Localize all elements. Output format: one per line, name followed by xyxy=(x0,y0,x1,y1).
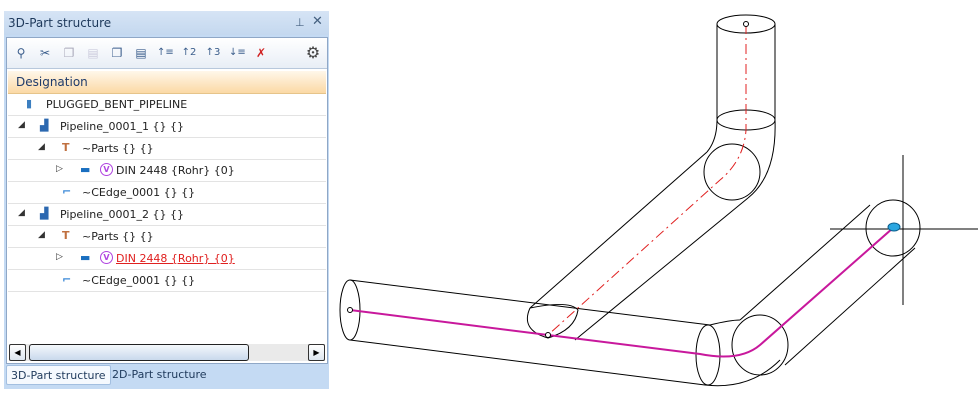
expander-icon[interactable]: ◢ xyxy=(18,120,25,130)
pin-icon[interactable]: ⊥ xyxy=(295,16,305,29)
tree-item[interactable]: ▮ PLUGGED_BENT_PIPELINE xyxy=(8,94,326,116)
expander-icon[interactable]: ◢ xyxy=(18,208,25,218)
expand-level-2-icon[interactable]: ↑2 xyxy=(181,45,197,61)
settings-icon[interactable]: ⚙ xyxy=(305,45,321,61)
tree-container: ⚲ ✂ ❐ ▤ ❐ ▤ ↑≡ ↑2 ↑3 ↓≡ ✗ ⚙ Designation … xyxy=(6,37,328,364)
cut-icon[interactable]: ✂ xyxy=(37,45,53,61)
start-point xyxy=(347,307,353,313)
copy-icon[interactable]: ❐ xyxy=(61,45,77,61)
tree-item[interactable]: ▷ ▬ V DIN 2448 {Rohr} {0} xyxy=(8,248,326,270)
variant-badge-icon: V xyxy=(100,163,113,176)
expander-icon[interactable]: ▷ xyxy=(56,164,63,174)
top-point xyxy=(743,21,749,27)
copy-special-icon[interactable]: ❐ xyxy=(109,45,125,61)
scroll-thumb[interactable] xyxy=(29,344,249,361)
expander-icon[interactable]: ▷ xyxy=(56,252,63,262)
mid-point xyxy=(545,332,551,338)
horizontal-scrollbar[interactable]: ◀ ▶ xyxy=(9,344,325,361)
close-icon[interactable]: ✕ xyxy=(312,14,323,29)
edge-icon: ⌐ xyxy=(62,185,72,198)
panel-titlebar: 3D-Part structure ⊥ ✕ xyxy=(4,11,329,35)
paste-icon[interactable]: ▤ xyxy=(85,45,101,61)
tree-item-label: Pipeline_0001_1 {} {} xyxy=(60,120,185,133)
parts-icon: T xyxy=(62,141,70,154)
pipeline-icon: ▟ xyxy=(40,207,49,220)
tree-item[interactable]: ◢ ▟ Pipeline_0001_1 {} {} xyxy=(8,116,326,138)
tree-item[interactable]: ◢ ▟ Pipeline_0001_2 {} {} xyxy=(8,204,326,226)
column-header-designation[interactable]: Designation xyxy=(8,71,326,94)
tree-item[interactable]: ▷ ▬ V DIN 2448 {Rohr} {0} xyxy=(8,160,326,182)
pipe-icon: ▬ xyxy=(80,251,91,264)
tree-item[interactable]: ⌐ ~CEdge_0001 {} {} xyxy=(8,182,326,204)
panel-title: 3D-Part structure xyxy=(8,16,112,30)
expand-level-3-icon[interactable]: ↑3 xyxy=(205,45,221,61)
tree-item-label: ~CEdge_0001 {} {} xyxy=(82,186,196,199)
tree-item-label: PLUGGED_BENT_PIPELINE xyxy=(46,98,188,111)
expander-icon[interactable]: ◢ xyxy=(38,230,45,240)
scroll-left-button[interactable]: ◀ xyxy=(9,344,26,361)
pipe-path xyxy=(349,227,894,358)
find-icon[interactable]: ⚲ xyxy=(13,45,29,61)
column-header-label: Designation xyxy=(16,75,88,89)
bend-1-end xyxy=(703,143,761,201)
tab-3d-part-structure[interactable]: 3D-Part structure xyxy=(6,365,111,385)
assembly-icon: ▮ xyxy=(26,97,33,110)
expand-level-1-icon[interactable]: ↑≡ xyxy=(157,45,174,61)
paste-special-icon[interactable]: ▤ xyxy=(133,45,149,61)
tree-item[interactable]: ⌐ ~CEdge_0001 {} {} xyxy=(8,270,326,292)
part-structure-panel: 3D-Part structure ⊥ ✕ ⚲ ✂ ❐ ▤ ❐ ▤ ↑≡ ↑2 … xyxy=(4,11,329,389)
tab-2d-part-structure[interactable]: 2D-Part structure xyxy=(108,365,211,385)
tree-item-label: DIN 2448 {Rohr} {0} xyxy=(116,252,235,265)
tree-item-label: DIN 2448 {Rohr} {0} xyxy=(116,164,235,177)
pipeline-icon: ▟ xyxy=(40,119,49,132)
pipe-icon: ▬ xyxy=(80,163,91,176)
tree-item[interactable]: ◢ T ~Parts {} {} xyxy=(8,138,326,160)
clear-sort-icon[interactable]: ✗ xyxy=(253,45,269,61)
centerline xyxy=(547,24,747,336)
tree-item[interactable]: ◢ T ~Parts {} {} xyxy=(8,226,326,248)
end-point-marker xyxy=(887,222,901,232)
expander-icon[interactable]: ◢ xyxy=(38,142,45,152)
parts-icon: T xyxy=(62,229,70,242)
toolbar: ⚲ ✂ ❐ ▤ ❐ ▤ ↑≡ ↑2 ↑3 ↓≡ ✗ ⚙ xyxy=(7,38,327,69)
scroll-right-button[interactable]: ▶ xyxy=(308,344,325,361)
3d-viewport[interactable] xyxy=(330,0,980,400)
pipe-wireframe xyxy=(339,14,978,387)
expand-all-icon[interactable]: ↓≡ xyxy=(229,45,246,61)
tree-item-label: ~CEdge_0001 {} {} xyxy=(82,274,196,287)
tree-item-label: Pipeline_0001_2 {} {} xyxy=(60,208,185,221)
tree-item-label: ~Parts {} {} xyxy=(82,142,154,155)
tree-item-label: ~Parts {} {} xyxy=(82,230,154,243)
variant-badge-icon: V xyxy=(100,251,113,264)
edge-icon: ⌐ xyxy=(62,273,72,286)
